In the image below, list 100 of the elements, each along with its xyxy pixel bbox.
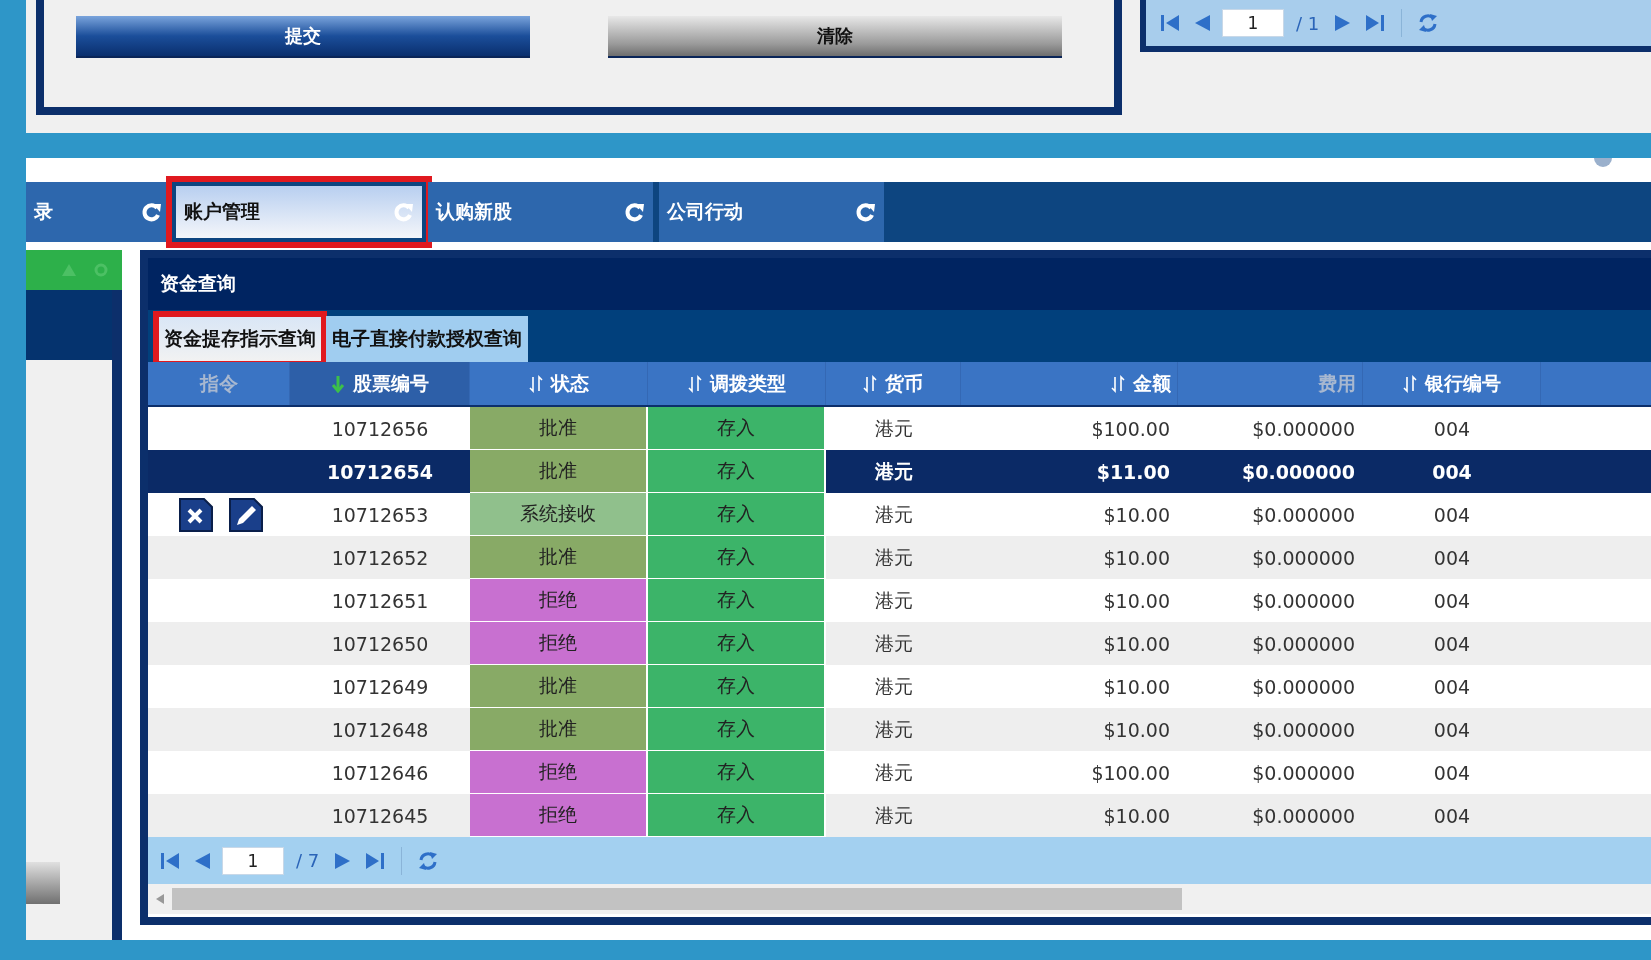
table-cell-text: 港元 [873,630,914,656]
table-cell-text: $10.00 [1102,545,1171,571]
table-row[interactable]: 10712654 批准 存入 港元 $11.00 $0.000000 004 [148,450,1651,493]
clear-button[interactable]: 清除 [608,16,1062,58]
side-button[interactable] [26,862,60,904]
table-cell: 批准 [470,536,648,579]
horizontal-scrollbar[interactable] [148,884,1651,914]
tab-label: 公司行动 [667,199,743,224]
table-cell-text: 10712646 [330,760,430,786]
table-cell-text: 10712653 [330,502,430,528]
table-cell-text: 10712652 [330,545,430,571]
table-cell-text: $10.00 [1102,588,1171,614]
page-total: / 7 [296,850,320,871]
table-cell: 存入 [648,665,826,708]
table-cell-text: $10.00 [1102,803,1171,829]
table-cell: 批准 [470,407,648,450]
table-cell-text: 港元 [873,458,914,484]
table-cell: 拒绝 [470,794,648,837]
table-cell: 拒绝 [470,579,648,622]
table-cell-text: 港元 [873,415,914,441]
table-row[interactable]: 10712650 拒绝 存入 港元 $10.00 $0.000000 004 [148,622,1651,665]
table-cell-text: 004 [1432,631,1472,657]
edit-document-icon[interactable] [228,496,264,533]
table-cell-text: $0.000000 [1251,631,1356,657]
table-cell: 存入 [648,536,826,579]
sort-down-arrow-icon [330,374,345,393]
scrollbar-thumb[interactable] [172,888,1182,910]
table-cell-text: 10712654 [326,459,434,485]
table-cell-text: 10712648 [330,717,430,743]
table-cell-text: $11.00 [1095,459,1171,485]
table-cell-text: 004 [1432,588,1472,614]
table-cell-text: $10.00 [1102,631,1171,657]
last-page-icon[interactable] [1364,12,1387,34]
submit-button[interactable]: 提交 [76,16,530,58]
tab[interactable]: 公司行动 [659,182,884,242]
table-cell-text: $10.00 [1102,717,1171,743]
tab-label: 录 [34,199,53,224]
column-title: 调拨类型 [709,370,786,396]
table-cell: 拒绝 [470,751,648,794]
table-cell-text: $10.00 [1102,502,1171,528]
column-header[interactable]: 状态 [470,362,648,405]
table-cell: 系统接收 [470,493,648,536]
table-cell-text: $0.000000 [1241,459,1356,485]
table-cell: 存入 [648,708,826,751]
table-cell-text: 港元 [873,501,914,527]
column-title: 股票编号 [352,370,429,396]
table-cell-text: 004 [1432,803,1472,829]
table-cell: 批准 [470,665,648,708]
page-total: / 1 [1296,12,1320,34]
table-row[interactable]: 10712648 批准 存入 港元 $10.00 $0.000000 004 [148,708,1651,751]
column-title: 银行编号 [1424,370,1501,396]
table-cell-text: 004 [1432,717,1472,743]
page-input[interactable]: 1 [1222,9,1284,37]
table-cell-text: $0.000000 [1251,545,1356,571]
table-cell-text: $0.000000 [1251,502,1356,528]
sub-tab[interactable]: 电子直接付款授权查询 [326,316,528,362]
table-cell: 拒绝 [470,622,648,665]
page-input[interactable]: 1 [222,846,284,875]
table-cell-text: 10712656 [330,416,430,442]
table-cell-text: 004 [1432,760,1472,786]
tab-label: 账户管理 [184,199,260,224]
table-cell: 存入 [648,407,826,450]
column-header[interactable]: 调拨类型 [648,362,826,405]
table-cell-text: 004 [1432,416,1472,442]
table-cell-text: 港元 [873,587,914,613]
table-cell: 存入 [648,794,826,837]
column-title: 货币 [885,370,923,396]
table-cell-text: 港元 [873,673,914,699]
table-cell-text: 004 [1431,459,1473,485]
tab[interactable]: 认购新股 [428,182,653,242]
column-header[interactable]: 金额 [961,362,1178,405]
table-cell-text: 10712645 [330,803,430,829]
column-header[interactable]: 货币 [826,362,961,405]
table-cell: 存入 [648,579,826,622]
table-cell-text: $0.000000 [1251,717,1356,743]
panel-title: 资金查询 [160,271,236,296]
triangle-icon [62,264,76,276]
column-header[interactable]: 股票编号 [290,362,470,405]
table-row[interactable]: 10712652 批准 存入 港元 $10.00 $0.000000 004 [148,536,1651,579]
table-row[interactable]: 10712645 拒绝 存入 港元 $10.00 $0.000000 004 [148,794,1651,837]
table-cell-text: $0.000000 [1251,674,1356,700]
table-cell-text: $10.00 [1102,674,1171,700]
table-cell: 存入 [648,751,826,794]
table-cell-text: 10712650 [330,631,430,657]
column-title: 费用 [1318,370,1356,396]
column-header[interactable]: 银行编号 [1363,362,1541,405]
scroll-left-icon[interactable] [156,894,164,904]
table-cell-text: 港元 [873,759,914,785]
first-page-icon[interactable] [1159,12,1181,34]
delete-document-icon[interactable] [178,496,214,533]
table-cell: 批准 [470,708,648,751]
column-title: 状态 [550,370,589,396]
table-cell-text: 004 [1432,502,1472,528]
table-cell-text: 港元 [873,802,914,828]
tab-label: 认购新股 [436,199,512,224]
table-cell-text: 004 [1432,674,1472,700]
table-cell: 批准 [470,450,648,493]
table-cell-text: $0.000000 [1251,416,1356,442]
tab[interactable]: 账户管理 [176,186,422,238]
table-cell-text: $0.000000 [1251,760,1356,786]
